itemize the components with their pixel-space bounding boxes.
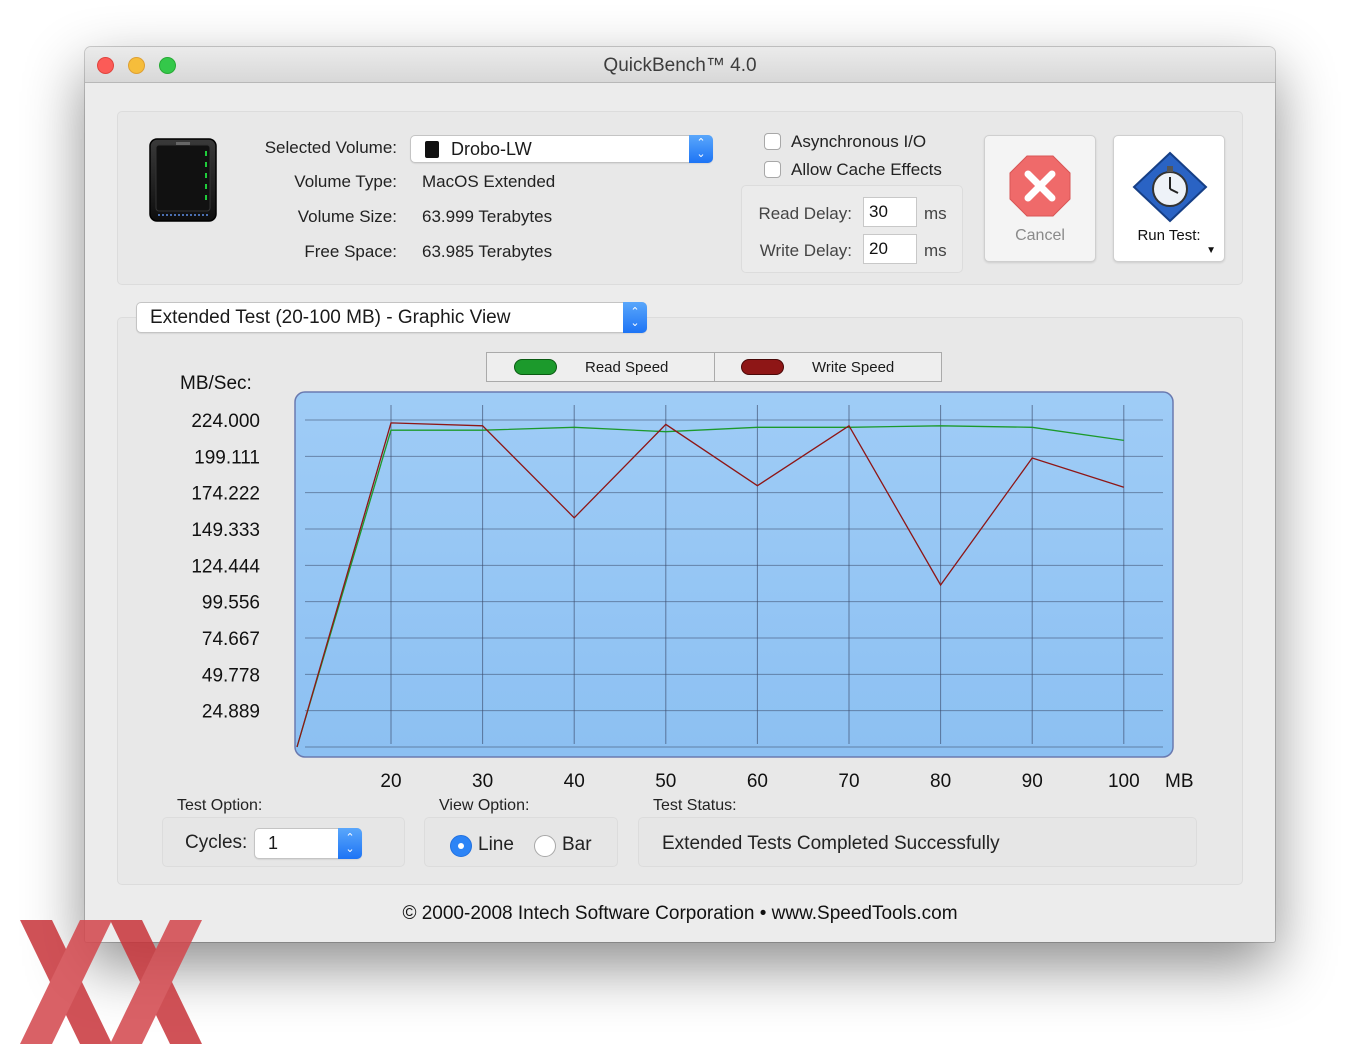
x-tick-label: 90 <box>1022 771 1043 792</box>
view-option-label: View Option: <box>439 797 530 814</box>
y-tick-label: 199.111 <box>194 447 260 468</box>
bar-view-label: Bar <box>562 834 592 855</box>
x-tick-label: 100 <box>1108 771 1140 792</box>
y-tick-label: 74.667 <box>202 629 260 650</box>
y-axis-label: MB/Sec: <box>180 373 252 394</box>
y-tick-label: 174.222 <box>191 484 260 505</box>
copyright-text: © 2000-2008 Intech Software Corporation … <box>402 903 958 924</box>
test-status-label: Test Status: <box>653 797 737 814</box>
cycles-select[interactable]: 1 ⌃ ⌄ <box>254 828 362 859</box>
bar-view-radio[interactable] <box>534 835 556 857</box>
y-tick-label: 24.889 <box>202 702 260 723</box>
line-view-radio[interactable] <box>450 835 472 857</box>
x-tick-label: 70 <box>838 771 859 792</box>
quickbench-window: QuickBench™ 4.0 Selected Volume: Drobo-L… <box>85 47 1275 942</box>
line-view-label: Line <box>478 834 514 855</box>
x-tick-label: 60 <box>747 771 768 792</box>
x-tick-label: 30 <box>472 771 493 792</box>
cycles-value: 1 <box>268 833 279 853</box>
speed-chart: 224.000 199.111 174.222 149.333 124.444 99.55… <box>180 373 1194 792</box>
y-tick-label: 124.444 <box>191 556 260 577</box>
x-tick-label: 40 <box>564 771 585 792</box>
x-unit-label: MB <box>1165 771 1194 792</box>
cycles-stepper-icon: ⌃ ⌄ <box>338 828 362 859</box>
x-tick-label: 50 <box>655 771 676 792</box>
x-tick-label: 80 <box>930 771 951 792</box>
test-status-value: Extended Tests Completed Successfully <box>662 833 1000 854</box>
y-tick-label: 149.333 <box>191 520 260 541</box>
cycles-label: Cycles: <box>185 832 248 853</box>
x-tick-label: 20 <box>380 771 401 792</box>
watermark-logo <box>20 920 202 1044</box>
y-tick-label: 49.778 <box>202 665 260 686</box>
y-tick-label: 99.556 <box>202 593 260 614</box>
y-tick-label: 224.000 <box>191 411 260 432</box>
plot-area <box>294 391 1174 758</box>
test-option-label: Test Option: <box>177 797 263 814</box>
